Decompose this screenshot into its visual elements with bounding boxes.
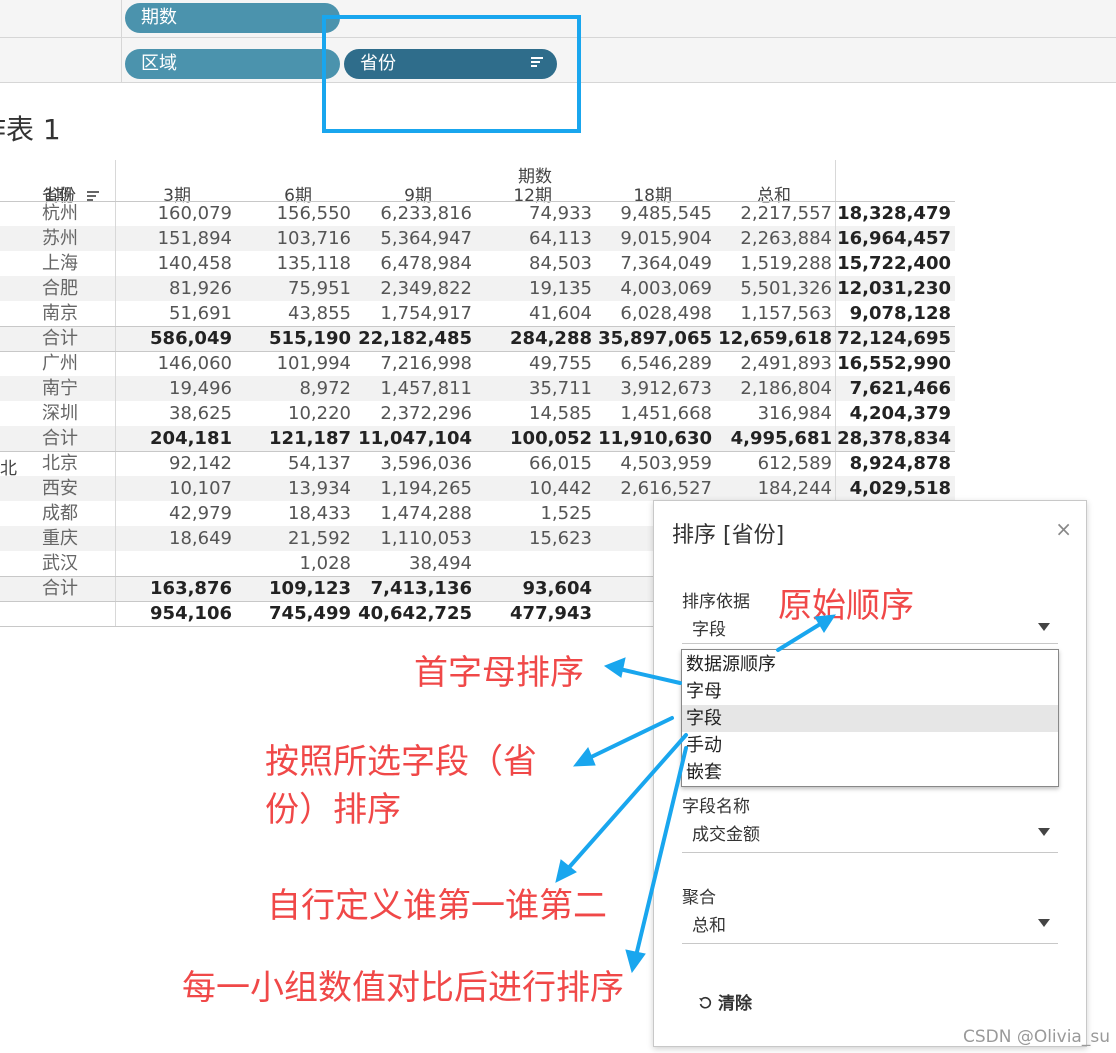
annotation-arrows: [555, 614, 836, 974]
arrow-head: [572, 747, 596, 767]
arrow-head: [603, 657, 626, 678]
watermark: CSDN @Olivia_su: [962, 1027, 1110, 1047]
arrow-nested: [633, 746, 688, 962]
arrow-alphabetical: [613, 666, 682, 685]
arrow-by-field: [583, 716, 674, 762]
arrow-head: [625, 949, 646, 974]
